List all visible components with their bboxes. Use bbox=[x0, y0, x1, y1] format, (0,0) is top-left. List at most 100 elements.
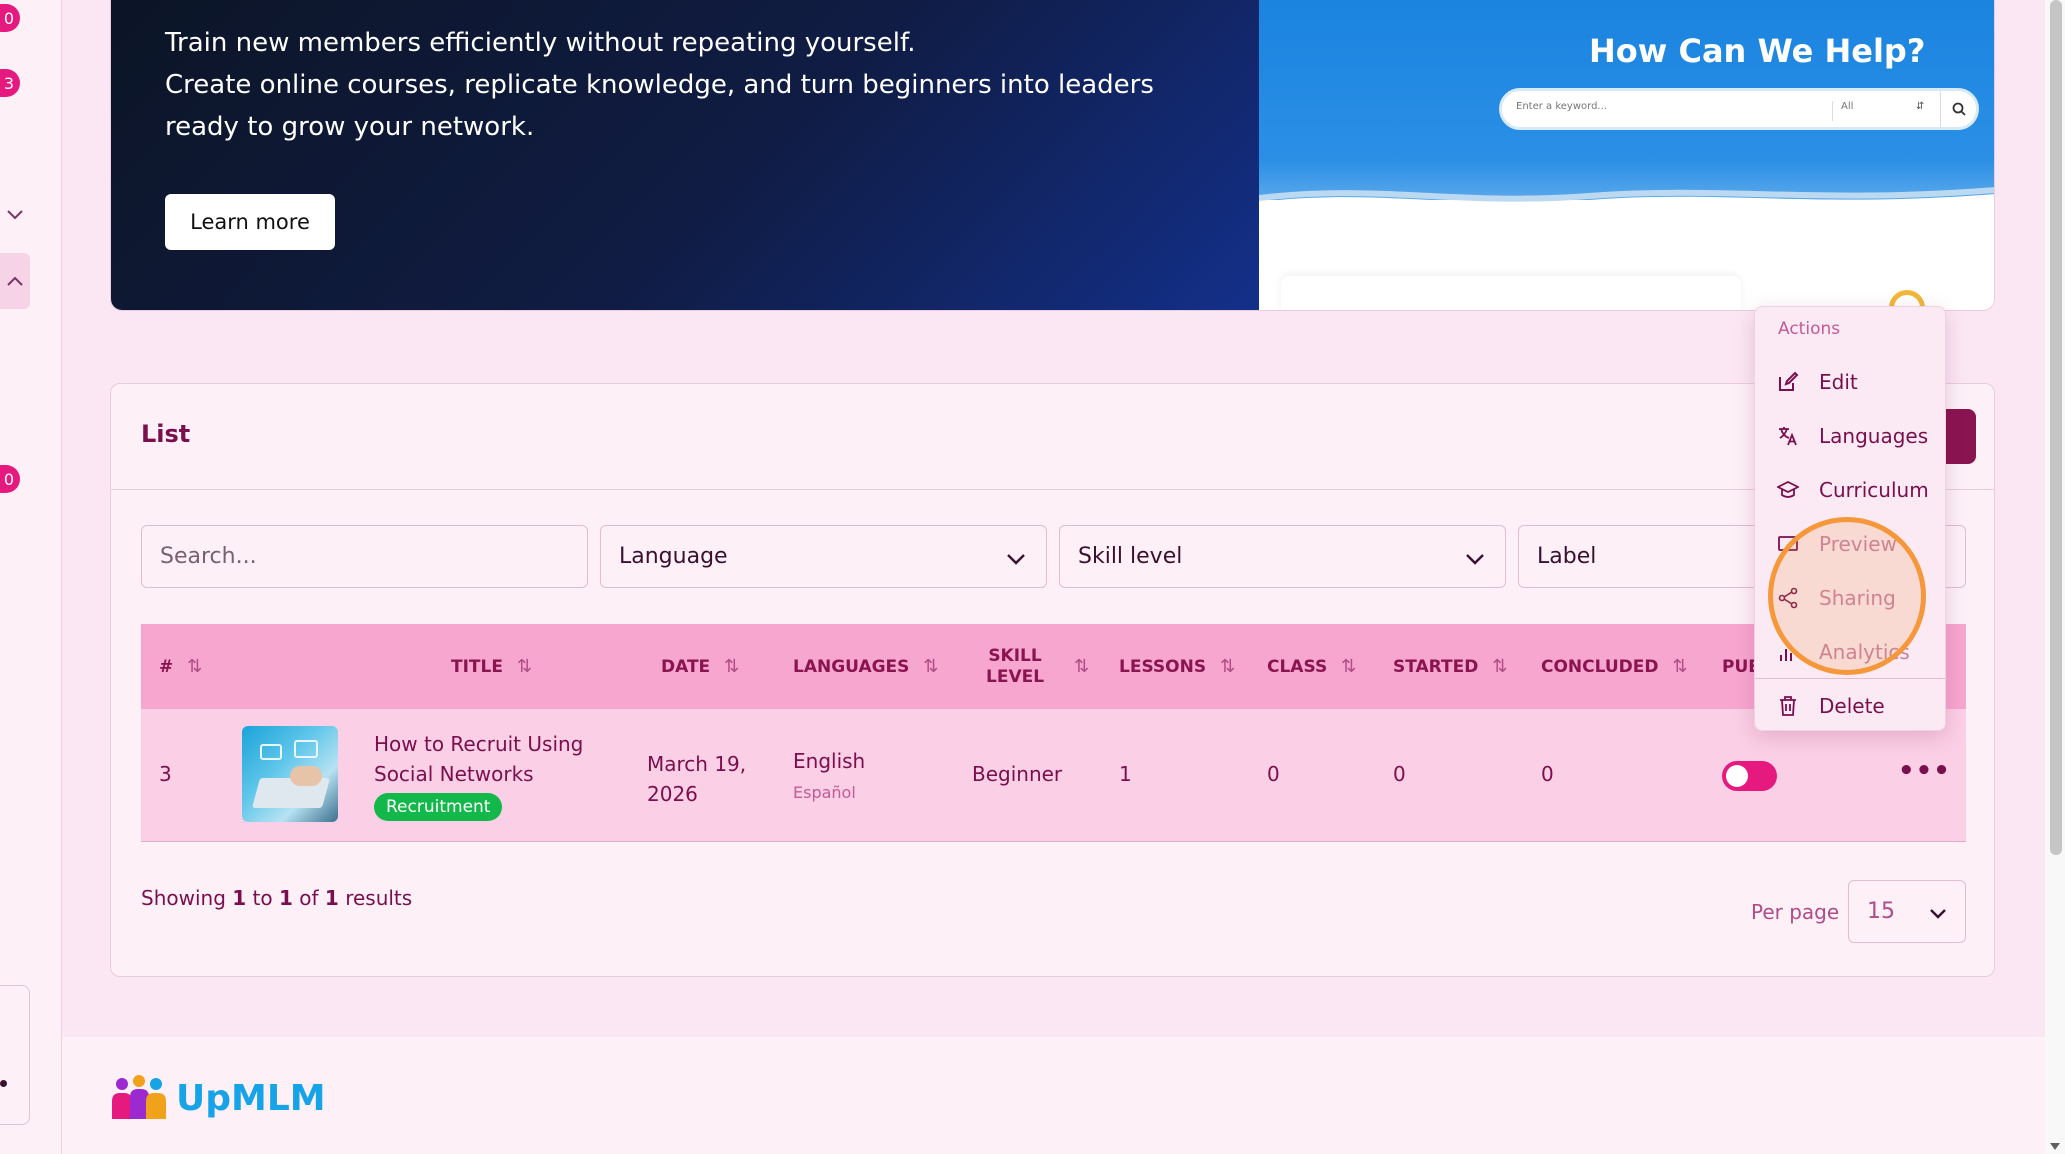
footer: UpMLM bbox=[62, 1037, 2045, 1154]
showing-suffix: results bbox=[345, 886, 413, 910]
course-date: March 19, 2026 bbox=[647, 749, 746, 809]
showing-of-word: of bbox=[299, 886, 319, 910]
more-actions-icon[interactable]: ••• bbox=[1898, 756, 1951, 786]
results-summary: Showing 1 to 1 of 1 results bbox=[141, 886, 412, 910]
column-concluded[interactable]: CONCLUDED ⇅ bbox=[1541, 624, 1688, 709]
logo-icon bbox=[112, 1075, 166, 1119]
hero-line-2: Create online courses, replicate knowled… bbox=[165, 70, 1154, 142]
column-languages[interactable]: LANGUAGES ⇅ bbox=[793, 624, 939, 709]
course-title-line-2: Social Networks bbox=[374, 762, 534, 786]
learn-more-button[interactable]: Learn more bbox=[165, 194, 335, 250]
click-highlight bbox=[1768, 517, 1926, 675]
sidebar-badge: 0 bbox=[0, 4, 20, 32]
hero-description: Train new members efficiently without re… bbox=[165, 22, 1215, 148]
menu-item-label: Curriculum bbox=[1819, 478, 1929, 502]
sort-icon: ⇅ bbox=[1672, 656, 1688, 677]
list-title: List bbox=[141, 420, 191, 448]
course-thumbnail[interactable] bbox=[242, 726, 338, 822]
hero-left-panel: Train new members efficiently without re… bbox=[111, 0, 1259, 310]
column-class[interactable]: CLASS ⇅ bbox=[1267, 624, 1356, 709]
row-id: 3 bbox=[159, 762, 172, 786]
per-page-select[interactable]: 15 bbox=[1848, 880, 1966, 943]
course-title-line-1: How to Recruit Using bbox=[374, 732, 584, 756]
chevron-down-icon[interactable] bbox=[0, 200, 30, 230]
preview-wave bbox=[1259, 187, 1994, 238]
sidebar-badge: 0 bbox=[0, 465, 20, 493]
scroll-down-arrow-icon[interactable] bbox=[2050, 1143, 2060, 1150]
menu-item-label: Edit bbox=[1819, 370, 1858, 394]
column-title[interactable]: TITLE ⇅ bbox=[451, 624, 532, 709]
hero-preview-image: How Can We Help? Enter a keyword... All … bbox=[1259, 0, 1994, 310]
table-row[interactable]: 3 How to Recruit Using Social Networks R… bbox=[141, 709, 1966, 842]
class-count: 0 bbox=[1267, 762, 1280, 786]
sort-icon: ⇅ bbox=[1341, 656, 1357, 677]
sidebar: 0 3 0 bbox=[0, 0, 62, 1154]
column-class-label: CLASS bbox=[1267, 656, 1328, 677]
publish-toggle[interactable] bbox=[1722, 761, 1777, 791]
column-lessons-label: LESSONS bbox=[1119, 656, 1207, 677]
table-header: # ⇅ TITLE ⇅ DATE ⇅ LANGUAGES ⇅ SKILL LEVEL ⇅ … bbox=[141, 624, 1966, 709]
skill-level-select[interactable]: Skill level bbox=[1059, 525, 1506, 588]
preview-search: Enter a keyword... All ⇵ bbox=[1499, 88, 1979, 130]
brand-logo[interactable]: UpMLM bbox=[110, 1075, 326, 1121]
column-started[interactable]: STARTED ⇅ bbox=[1393, 624, 1507, 709]
skill-level-select-value: Skill level bbox=[1078, 544, 1183, 569]
showing-from: 1 bbox=[232, 886, 247, 910]
thumbnail-hand bbox=[290, 766, 322, 786]
showing-to: 1 bbox=[278, 886, 293, 910]
trash-icon bbox=[1777, 695, 1799, 717]
preview-title: How Can We Help? bbox=[1589, 32, 1926, 70]
graduation-cap-icon bbox=[1777, 479, 1799, 501]
scrollbar[interactable] bbox=[2045, 0, 2065, 1154]
per-page-label: Per page bbox=[1751, 900, 1840, 924]
skill-level-line-1: SKILL bbox=[988, 645, 1042, 666]
language-secondary: Español bbox=[793, 783, 856, 802]
menu-item-curriculum[interactable]: Curriculum bbox=[1755, 465, 1947, 515]
sidebar-dot bbox=[0, 1080, 7, 1087]
actions-menu-header: Actions bbox=[1778, 319, 1841, 339]
sort-icon: ⇅ bbox=[724, 656, 740, 677]
column-date-label: DATE bbox=[661, 656, 711, 677]
hero-banner: Train new members efficiently without re… bbox=[110, 0, 1995, 311]
preview-select: All bbox=[1832, 101, 1853, 121]
hero-line-1: Train new members efficiently without re… bbox=[165, 28, 916, 58]
chevron-down-icon bbox=[1465, 546, 1485, 571]
menu-item-delete[interactable]: Delete bbox=[1755, 681, 1947, 731]
sidebar-card[interactable] bbox=[0, 985, 30, 1125]
menu-divider bbox=[1755, 678, 1947, 679]
menu-item-label: Languages bbox=[1819, 424, 1929, 448]
course-title[interactable]: How to Recruit Using Social Networks bbox=[374, 729, 583, 789]
edit-icon bbox=[1777, 371, 1799, 393]
menu-item-edit[interactable]: Edit bbox=[1755, 357, 1947, 407]
column-date[interactable]: DATE ⇅ bbox=[661, 624, 739, 709]
chevron-up-icon[interactable] bbox=[0, 266, 30, 296]
thumbnail-ui-shape bbox=[294, 740, 318, 758]
sidebar-badge: 3 bbox=[0, 69, 20, 97]
menu-item-label: Delete bbox=[1819, 694, 1885, 718]
scrollbar-thumb[interactable] bbox=[2050, 0, 2062, 855]
sort-icon: ⇅ bbox=[516, 656, 533, 677]
menu-item-languages[interactable]: Languages bbox=[1755, 411, 1947, 461]
divider bbox=[111, 489, 1994, 490]
list-card: List Search... Language Skill level Labe… bbox=[110, 383, 1995, 977]
category-tag: Recruitment bbox=[374, 793, 503, 821]
column-number[interactable]: # ⇅ bbox=[159, 624, 202, 709]
column-lessons[interactable]: LESSONS ⇅ bbox=[1119, 624, 1235, 709]
search-input[interactable]: Search... bbox=[141, 525, 588, 588]
language-select[interactable]: Language bbox=[600, 525, 1047, 588]
sort-icon: ⇅ bbox=[1492, 656, 1508, 677]
course-date-line-1: March 19, bbox=[647, 752, 747, 776]
column-skill-level-label: SKILL LEVEL bbox=[986, 646, 1044, 688]
sort-icon: ⇅ bbox=[1220, 656, 1236, 677]
thumbnail-ui-shape bbox=[260, 744, 282, 760]
sort-icon: ⇅ bbox=[187, 656, 203, 677]
skill-level: Beginner bbox=[972, 762, 1063, 786]
lessons-count: 1 bbox=[1119, 762, 1132, 786]
column-skill-level[interactable]: SKILL LEVEL ⇅ bbox=[986, 624, 1089, 709]
preview-select-arrow-icon: ⇵ bbox=[1916, 101, 1925, 112]
concluded-count: 0 bbox=[1541, 762, 1554, 786]
language-primary: English bbox=[793, 749, 866, 773]
skill-level-line-2: LEVEL bbox=[986, 666, 1045, 687]
column-languages-label: LANGUAGES bbox=[793, 656, 910, 677]
chevron-down-icon bbox=[1006, 546, 1026, 571]
